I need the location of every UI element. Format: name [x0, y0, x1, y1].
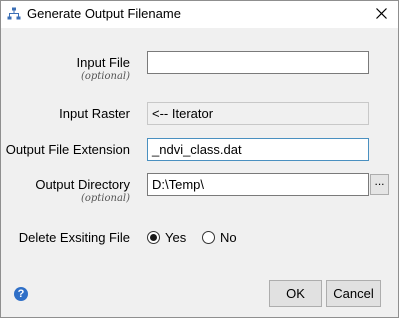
radio-yes-label: Yes	[165, 230, 187, 245]
delete-existing-label: Delete Exsiting File	[18, 230, 130, 245]
input-file-label: Input File	[76, 55, 130, 70]
window-title: Generate Output Filename	[27, 6, 181, 21]
input-file-field[interactable]	[147, 51, 369, 74]
output-directory-field[interactable]: D:\Temp\	[147, 173, 369, 196]
title-bar: Generate Output Filename	[1, 1, 398, 28]
close-button[interactable]	[364, 1, 398, 28]
ok-button[interactable]: OK	[269, 280, 322, 307]
radio-no-indicator	[202, 231, 215, 244]
output-extension-label: Output File Extension	[5, 142, 130, 157]
output-extension-field[interactable]: _ndvi_class.dat	[147, 138, 369, 161]
radio-yes-indicator	[147, 231, 160, 244]
radio-yes[interactable]: Yes	[147, 230, 186, 245]
radio-no[interactable]: No	[202, 230, 237, 245]
cancel-button[interactable]: Cancel	[326, 280, 381, 307]
help-icon[interactable]: ?	[14, 287, 28, 301]
close-icon	[375, 7, 387, 22]
input-raster-label: Input Raster	[59, 106, 130, 121]
tool-icon	[7, 7, 21, 21]
radio-no-label: No	[220, 230, 237, 245]
input-file-optional-note: (optional)	[80, 71, 130, 82]
dialog-window: Generate Output Filename Input File (opt…	[0, 0, 399, 318]
output-directory-optional-note: (optional)	[80, 193, 130, 204]
output-directory-label: Output Directory	[35, 177, 130, 192]
input-raster-field: <-- Iterator	[147, 102, 369, 125]
browse-button[interactable]: ...	[370, 174, 389, 195]
